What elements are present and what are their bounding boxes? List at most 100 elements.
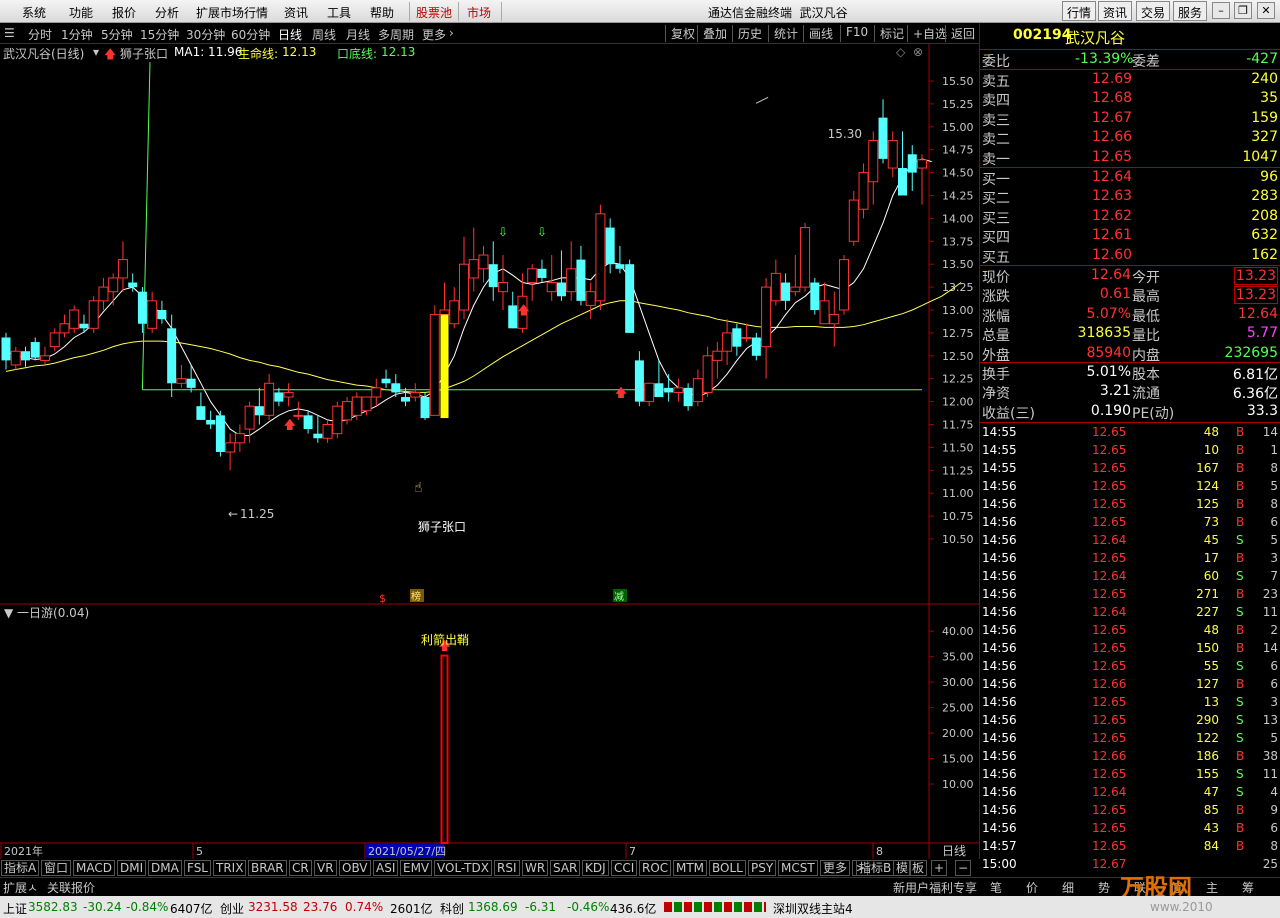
indicator-tab[interactable]: TRIX — [213, 860, 247, 876]
indicator-tab[interactable]: CCI — [611, 860, 638, 876]
overlay-button[interactable]: 叠加 — [697, 25, 732, 42]
menu-stock-pool[interactable]: 股票池 — [416, 4, 452, 21]
indicator-tab[interactable]: BRAR — [248, 860, 287, 876]
period-5min[interactable]: 5分钟 — [101, 26, 133, 43]
close-icon[interactable]: ✕ — [1257, 2, 1275, 19]
period-weekly[interactable]: 周线 — [312, 26, 336, 43]
tick-row: 14:56 12.64 60 S 7 — [980, 567, 1280, 585]
history-button[interactable]: 历史 — [732, 25, 767, 42]
indicator-tab[interactable]: CR — [289, 860, 312, 876]
bid-row[interactable]: 买一 12.64 96 — [980, 168, 1280, 188]
collapse-icon[interactable]: ▼ — [4, 606, 17, 620]
detail-tab[interactable]: 价 — [1026, 879, 1038, 896]
minimize-icon[interactable]: – — [1212, 2, 1230, 19]
indicator-right-button[interactable]: − — [955, 860, 972, 876]
indicator-tab[interactable]: SAR — [550, 860, 581, 876]
bid-row[interactable]: 买二 12.63 283 — [980, 187, 1280, 207]
period-1min[interactable]: 1分钟 — [61, 26, 93, 43]
close-panel-icon[interactable]: ⊗ — [913, 45, 923, 59]
indicator-tab[interactable]: RSI — [494, 860, 520, 876]
indicator-tab[interactable]: MCST — [778, 860, 818, 876]
draw-button[interactable]: 画线 — [803, 25, 838, 42]
server-name[interactable]: 深圳双线主站4 — [773, 900, 853, 917]
period-monthly[interactable]: 月线 — [346, 26, 370, 43]
ext-toggle-button[interactable]: 扩展ㅅ — [3, 879, 38, 896]
period-intraday[interactable]: 分时 — [28, 26, 52, 43]
detail-tab[interactable]: 笔 — [990, 879, 1002, 896]
indicator-tab[interactable]: EMV — [400, 860, 433, 876]
period-more[interactable]: 更多 — [422, 26, 446, 43]
ask-row[interactable]: 卖四 12.68 35 — [980, 89, 1280, 109]
bid-row[interactable]: 买三 12.62 208 — [980, 207, 1280, 227]
menu-market[interactable]: 市场 — [467, 4, 491, 21]
indicator-tab[interactable]: DMI — [117, 860, 147, 876]
detail-tab[interactable]: 筹 — [1242, 879, 1254, 896]
chevron-right-icon[interactable]: › — [449, 26, 454, 40]
indicator-tab[interactable]: ASI — [373, 860, 399, 876]
period-60min[interactable]: 60分钟 — [231, 26, 270, 43]
bid-row[interactable]: 买五 12.60 162 — [980, 246, 1280, 266]
ask-row[interactable]: 卖一 12.65 1047 — [980, 148, 1280, 168]
menu-function[interactable]: 功能 — [69, 4, 93, 21]
menu-ext-market[interactable]: 扩展市场行情 — [196, 4, 268, 21]
indicator-tab[interactable]: ROC — [639, 860, 672, 876]
period-daily[interactable]: 日线 — [278, 26, 302, 43]
ask-row[interactable]: 卖三 12.67 159 — [980, 109, 1280, 129]
indicator-tab[interactable]: FSL — [184, 860, 211, 876]
period-15min[interactable]: 15分钟 — [140, 26, 179, 43]
ask-volume: 327 — [1251, 129, 1278, 146]
menu-analysis[interactable]: 分析 — [155, 4, 179, 21]
indicator-tab[interactable]: MACD — [73, 860, 115, 876]
detail-tab[interactable]: 细 — [1062, 879, 1074, 896]
indicator-tab[interactable]: 窗口 — [41, 860, 72, 876]
ask-row[interactable]: 卖二 12.66 327 — [980, 128, 1280, 148]
mark-button[interactable]: 标记 — [874, 25, 909, 42]
menu-tools[interactable]: 工具 — [327, 4, 351, 21]
indicator-tab[interactable]: PSY — [748, 860, 777, 876]
candle-body — [429, 314, 440, 416]
indicator-right-button[interactable]: 指标B — [856, 860, 895, 876]
f10-button[interactable]: F10 — [840, 25, 873, 42]
period-30min[interactable]: 30分钟 — [186, 26, 225, 43]
menu-help[interactable]: 帮助 — [370, 4, 394, 21]
chevron-down-icon[interactable]: ▾ — [93, 45, 99, 59]
indicator-tab[interactable]: VR — [314, 860, 337, 876]
adjust-button[interactable]: 复权 — [665, 25, 700, 42]
top-quote-button[interactable]: 行情 — [1062, 1, 1097, 21]
diamond-icon[interactable]: ◇ — [896, 45, 905, 59]
tick-direction: S — [1236, 569, 1244, 583]
back-button[interactable]: 返回 — [945, 25, 980, 42]
indicator-tab[interactable]: MTM — [673, 860, 708, 876]
indicator-right-button[interactable]: + — [931, 860, 948, 876]
indicator-tab[interactable]: VOL-TDX — [434, 860, 492, 876]
indicator-tab[interactable]: WR — [522, 860, 549, 876]
detail-tab[interactable]: 势 — [1098, 879, 1110, 896]
period-multi[interactable]: 多周期 — [378, 26, 414, 43]
menu-system[interactable]: 系统 — [22, 4, 46, 21]
menu-quote[interactable]: 报价 — [112, 4, 136, 21]
indicator-tab[interactable]: BOLL — [709, 860, 746, 876]
top-service-button[interactable]: 服务 — [1173, 1, 1208, 21]
tick-time: 14:56 — [982, 821, 1017, 835]
indicator-name[interactable]: 狮子张口 — [120, 45, 168, 62]
top-news-button[interactable]: 资讯 — [1098, 1, 1133, 21]
indicator-tab[interactable]: DMA — [148, 860, 182, 876]
promo-link[interactable]: 新用户福利专享 — [893, 879, 977, 896]
kline-chart[interactable]: 15.50 15.25 15.00 14.75 14.50 14.25 14.00 13.75… — [0, 44, 980, 859]
top-trade-button[interactable]: 交易 — [1136, 1, 1171, 21]
ask-row[interactable]: 卖五 12.69 240 — [980, 70, 1280, 90]
menu-news[interactable]: 资讯 — [284, 4, 308, 21]
indicator-tab[interactable]: 更多 — [820, 860, 851, 876]
detail-tab[interactable]: 主 — [1206, 879, 1218, 896]
restore-icon[interactable]: ❐ — [1234, 2, 1252, 19]
related-quotes-button[interactable]: 关联报价 — [47, 879, 95, 896]
stats-button[interactable]: 统计 — [768, 25, 803, 42]
tick-time: 14:57 — [982, 839, 1017, 853]
menu-toggle-icon[interactable]: ☰ — [4, 26, 15, 40]
indicator-tab[interactable]: KDJ — [582, 860, 609, 876]
bid-row[interactable]: 买四 12.61 632 — [980, 226, 1280, 246]
indicator-tab[interactable]: OBV — [339, 860, 371, 876]
candle-body — [468, 259, 479, 279]
indicator-tab[interactable]: 指标A — [1, 860, 40, 876]
indicator-right-button[interactable]: 板 — [909, 860, 928, 876]
